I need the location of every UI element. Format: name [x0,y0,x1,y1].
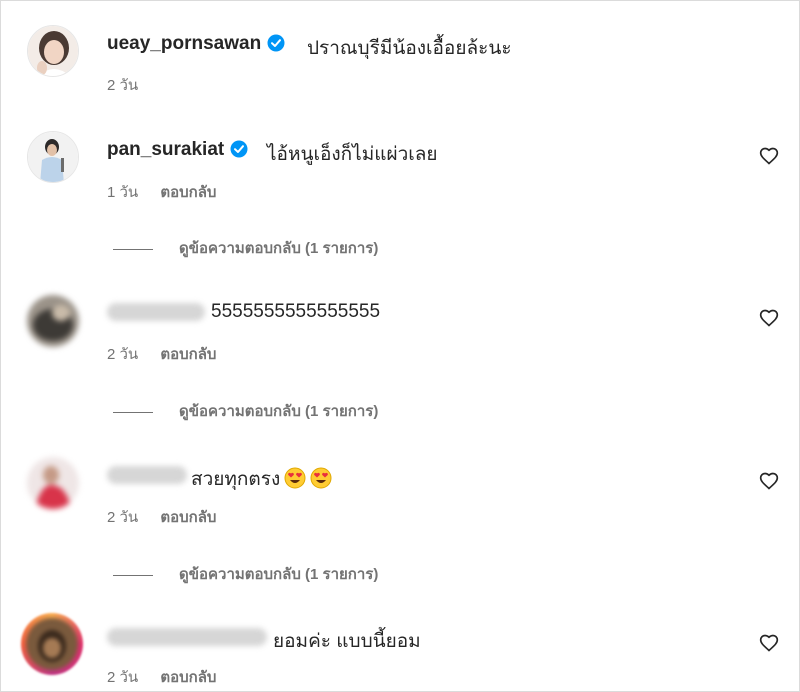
comment-meta: 2 วัน ตอบกลับ [107,665,216,689]
username[interactable]: ueay_pornsawan [107,33,285,55]
avatar[interactable] [27,457,79,509]
comment-time: 2 วัน [107,669,139,686]
heart-outline-icon[interactable] [759,633,779,653]
comment-text: สวยทุกตรง [191,464,332,494]
comment-text: ยอมค่ะ แบบนี้ยอม [273,631,421,652]
heart-eyes-emoji-icon [284,467,306,489]
username-blurred[interactable] [107,466,187,484]
heart-outline-icon[interactable] [759,308,779,328]
reply-button[interactable]: ตอบกลับ [160,509,216,526]
comment-text: 5555555555555555 [211,301,381,322]
heart-outline-icon[interactable] [759,146,779,166]
avatar[interactable] [26,618,78,670]
avatar[interactable] [27,295,79,347]
username-blurred[interactable] [107,628,267,646]
reply-button[interactable]: ตอบกลับ [160,184,216,201]
comments-panel: ueay_pornsawan ปราณบุรีมีน้องเอื้อยล้ะนะ… [0,0,800,692]
avatar[interactable] [27,25,79,77]
comment-time: 2 วัน [107,77,139,94]
comment-time: 1 วัน [107,184,139,201]
comment-time: 2 วัน [107,509,139,526]
comment-time: 2 วัน [107,346,139,363]
avatar[interactable] [27,131,79,183]
reply-button[interactable]: ตอบกลับ [160,669,216,686]
comment-text: ไอ้หนูเอ็งก็ไม่แผ่วเลย [267,144,438,165]
comment-meta: 2 วัน ตอบกลับ [107,505,216,529]
comment-meta: 1 วัน ตอบกลับ [107,180,216,204]
heart-outline-icon[interactable] [759,471,779,491]
thread-line [113,411,153,413]
verified-badge-icon [230,140,248,158]
username-blurred[interactable] [107,303,205,321]
view-replies-button[interactable]: ดูข้อความตอบกลับ (1 รายการ) [113,236,378,260]
heart-eyes-emoji-icon [310,467,332,489]
view-replies-button[interactable]: ดูข้อความตอบกลับ (1 รายการ) [113,562,378,586]
verified-badge-icon [267,34,285,52]
comment-meta: 2 วัน ตอบกลับ [107,342,216,366]
comment-text: ปราณบุรีมีน้องเอื้อยล้ะนะ [307,38,512,59]
thread-line [113,248,153,250]
thread-line [113,574,153,576]
reply-button[interactable]: ตอบกลับ [160,346,216,363]
username[interactable]: pan_surakiat [107,139,248,161]
comment-meta: 2 วัน [107,73,138,97]
view-replies-button[interactable]: ดูข้อความตอบกลับ (1 รายการ) [113,399,378,423]
